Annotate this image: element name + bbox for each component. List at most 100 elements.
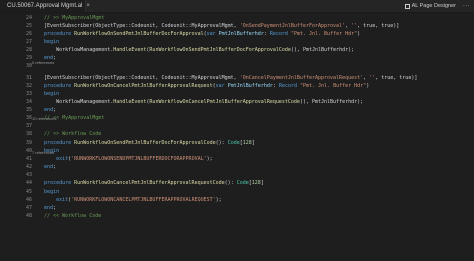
code-token: RunWorkflowOnSendPmtJnlBufferDocForAppro… (74, 31, 204, 37)
code-line[interactable]: 39 procedure RunWorkflowOnSendPmtJnlBuff… (0, 140, 474, 147)
code-line[interactable]: 27 begin (0, 39, 474, 46)
code-line[interactable]: 47 end; (0, 205, 474, 212)
code-token: Record (278, 83, 297, 89)
tab-bar: CU.50067.Approval Mgmt.al × AL Page Desi… (0, 0, 474, 13)
more-actions-button[interactable]: ··· (463, 2, 470, 10)
line-number: 30 (25, 63, 32, 69)
code-line[interactable]: 34 WorkflowManagement.HandleEvent(RunWor… (0, 99, 474, 106)
code-token: ); (215, 197, 222, 203)
code-token: HandleEvent (113, 99, 147, 105)
code-line[interactable]: 38 // >> Workflow Code (0, 131, 474, 138)
code-token: Record (269, 31, 288, 37)
line-number: 35 (25, 107, 32, 113)
tab-title: CU.50067.Approval Mgmt.al (7, 3, 83, 9)
code-token: end (44, 164, 54, 170)
code-line[interactable]: 46 exit('RUNWORKFLOWONCANCELPMTJNLBUFFER… (0, 197, 474, 204)
code-line[interactable]: 48 // << Workflow Code (0, 213, 474, 220)
line-number: 24 (25, 15, 32, 21)
code-token: ; (53, 205, 57, 211)
line-number: 39 (25, 140, 32, 146)
code-token: "Pmt. Jnl. Buffer Hdr" (290, 31, 358, 37)
code-line[interactable]: 42 end; (0, 164, 474, 171)
code-line[interactable]: 33 begin (0, 91, 474, 98)
code-token: // >> (32, 131, 63, 137)
code-token: (): (215, 140, 228, 146)
code-token: , true, true)] (357, 23, 400, 29)
code-line[interactable]: 45 begin (0, 189, 474, 196)
code-text: // << Workflow Code (32, 213, 101, 220)
line-number: 38 (25, 131, 32, 137)
line-number: 47 (25, 205, 32, 211)
code-text: WorkflowManagement.HandleEvent(RunWorkfl… (32, 99, 363, 106)
line-number: 26 (25, 31, 32, 37)
code-line[interactable]: 30 (0, 63, 474, 70)
editor-area[interactable]: 0 references 10 references 7 references … (0, 13, 474, 261)
code-text: procedure RunWorkflowOnSendPmtJnlBufferD… (32, 140, 255, 147)
code-token: RunWorkflowOnSendPmtJnlBufferDocForAppro… (149, 47, 291, 53)
code-token: ; (53, 55, 57, 61)
code-line[interactable]: 43 (0, 172, 474, 179)
code-line[interactable]: 29 end; (0, 55, 474, 62)
line-number: 28 (25, 47, 32, 53)
code-text: begin (32, 39, 59, 46)
code-line[interactable]: 41 exit('RUNWORKFLOWONSENDPMTJNLBUFFERDO… (0, 156, 474, 163)
code-line[interactable]: 31 [EventSubscriber(ObjectType::Codeunit… (0, 75, 474, 82)
code-token: 'RUNWORKFLOWONSENDPMTJNLBUFFERDOCFORAPPR… (71, 156, 207, 162)
code-token: (): (224, 180, 237, 186)
code-line[interactable]: 36 // << MyApprovalMgmt (0, 115, 474, 122)
code-token: ) (366, 83, 370, 89)
code-line[interactable]: 26 procedure RunWorkflowOnSendPmtJnlBuff… (0, 31, 474, 38)
code-text: end; (32, 107, 56, 114)
code-line[interactable]: 24 // >> MyApprovalMgmt (0, 15, 474, 22)
code-token: HandleEvent (113, 47, 147, 53)
code-token: PmtJnlBufferhdr (218, 31, 264, 37)
code-token: RunWorkflowOnSendPmtJnlBufferDocForAppro… (74, 140, 216, 146)
code-text: begin (32, 189, 59, 196)
code-token: procedure (44, 83, 72, 89)
close-icon[interactable]: × (86, 3, 90, 9)
code-line[interactable]: 35 end; (0, 107, 474, 114)
code-token: Code (227, 140, 240, 146)
line-number: 46 (25, 197, 32, 203)
code-line[interactable]: 37 (0, 123, 474, 130)
code-text: WorkflowManagement.HandleEvent(RunWorkfl… (32, 47, 354, 54)
code-line[interactable]: 32 procedure RunWorkflowOnCancelPmtJnlBu… (0, 83, 474, 90)
code-text: exit('RUNWORKFLOWONSENDPMTJNLBUFFERDOCFO… (32, 156, 213, 163)
code-token: (), PmtJnlBufferhdr); (299, 99, 364, 105)
line-number: 45 (25, 189, 32, 195)
code-token: Code (236, 180, 249, 186)
code-token: // << (32, 115, 63, 121)
code-text: begin (32, 91, 59, 98)
code-line[interactable]: 44 procedure RunWorkflowOnCancelPmtJnlBu… (0, 180, 474, 187)
code-token: 128 (251, 180, 261, 186)
code-text: end; (32, 164, 56, 171)
code-token: WorkflowManagement. (32, 47, 114, 53)
code-token: [EventSubscriber(ObjectType::Codeunit, C… (32, 23, 240, 29)
code-token: begin (44, 189, 60, 195)
line-number: 25 (25, 23, 32, 29)
code-line[interactable]: 28 WorkflowManagement.HandleEvent(RunWor… (0, 47, 474, 54)
code-line[interactable]: 40 begin (0, 148, 474, 155)
code-token: 'OnCancelPaymentJnlBufferApprovalRequest… (239, 75, 364, 81)
code-token: 128 (242, 140, 252, 146)
line-number: 29 (25, 55, 32, 61)
code-token: "Pmt. Jnl. Buffer Hdr" (299, 83, 367, 89)
code-editor-window: CU.50067.Approval Mgmt.al × AL Page Desi… (0, 0, 474, 261)
code-text: procedure RunWorkflowOnSendPmtJnlBufferD… (32, 31, 360, 38)
page-designer-button[interactable]: AL Page Designer (404, 2, 456, 10)
code-token: begin (44, 39, 60, 45)
code-token: ) (357, 31, 361, 37)
code-token: end (44, 205, 54, 211)
code-line[interactable]: 25 [EventSubscriber(ObjectType::Codeunit… (0, 23, 474, 30)
tab-approval-mgmt[interactable]: CU.50067.Approval Mgmt.al × (0, 0, 90, 12)
page-designer-label: AL Page Designer (411, 3, 456, 9)
code-token: PmtJnlBufferhdr (227, 83, 273, 89)
